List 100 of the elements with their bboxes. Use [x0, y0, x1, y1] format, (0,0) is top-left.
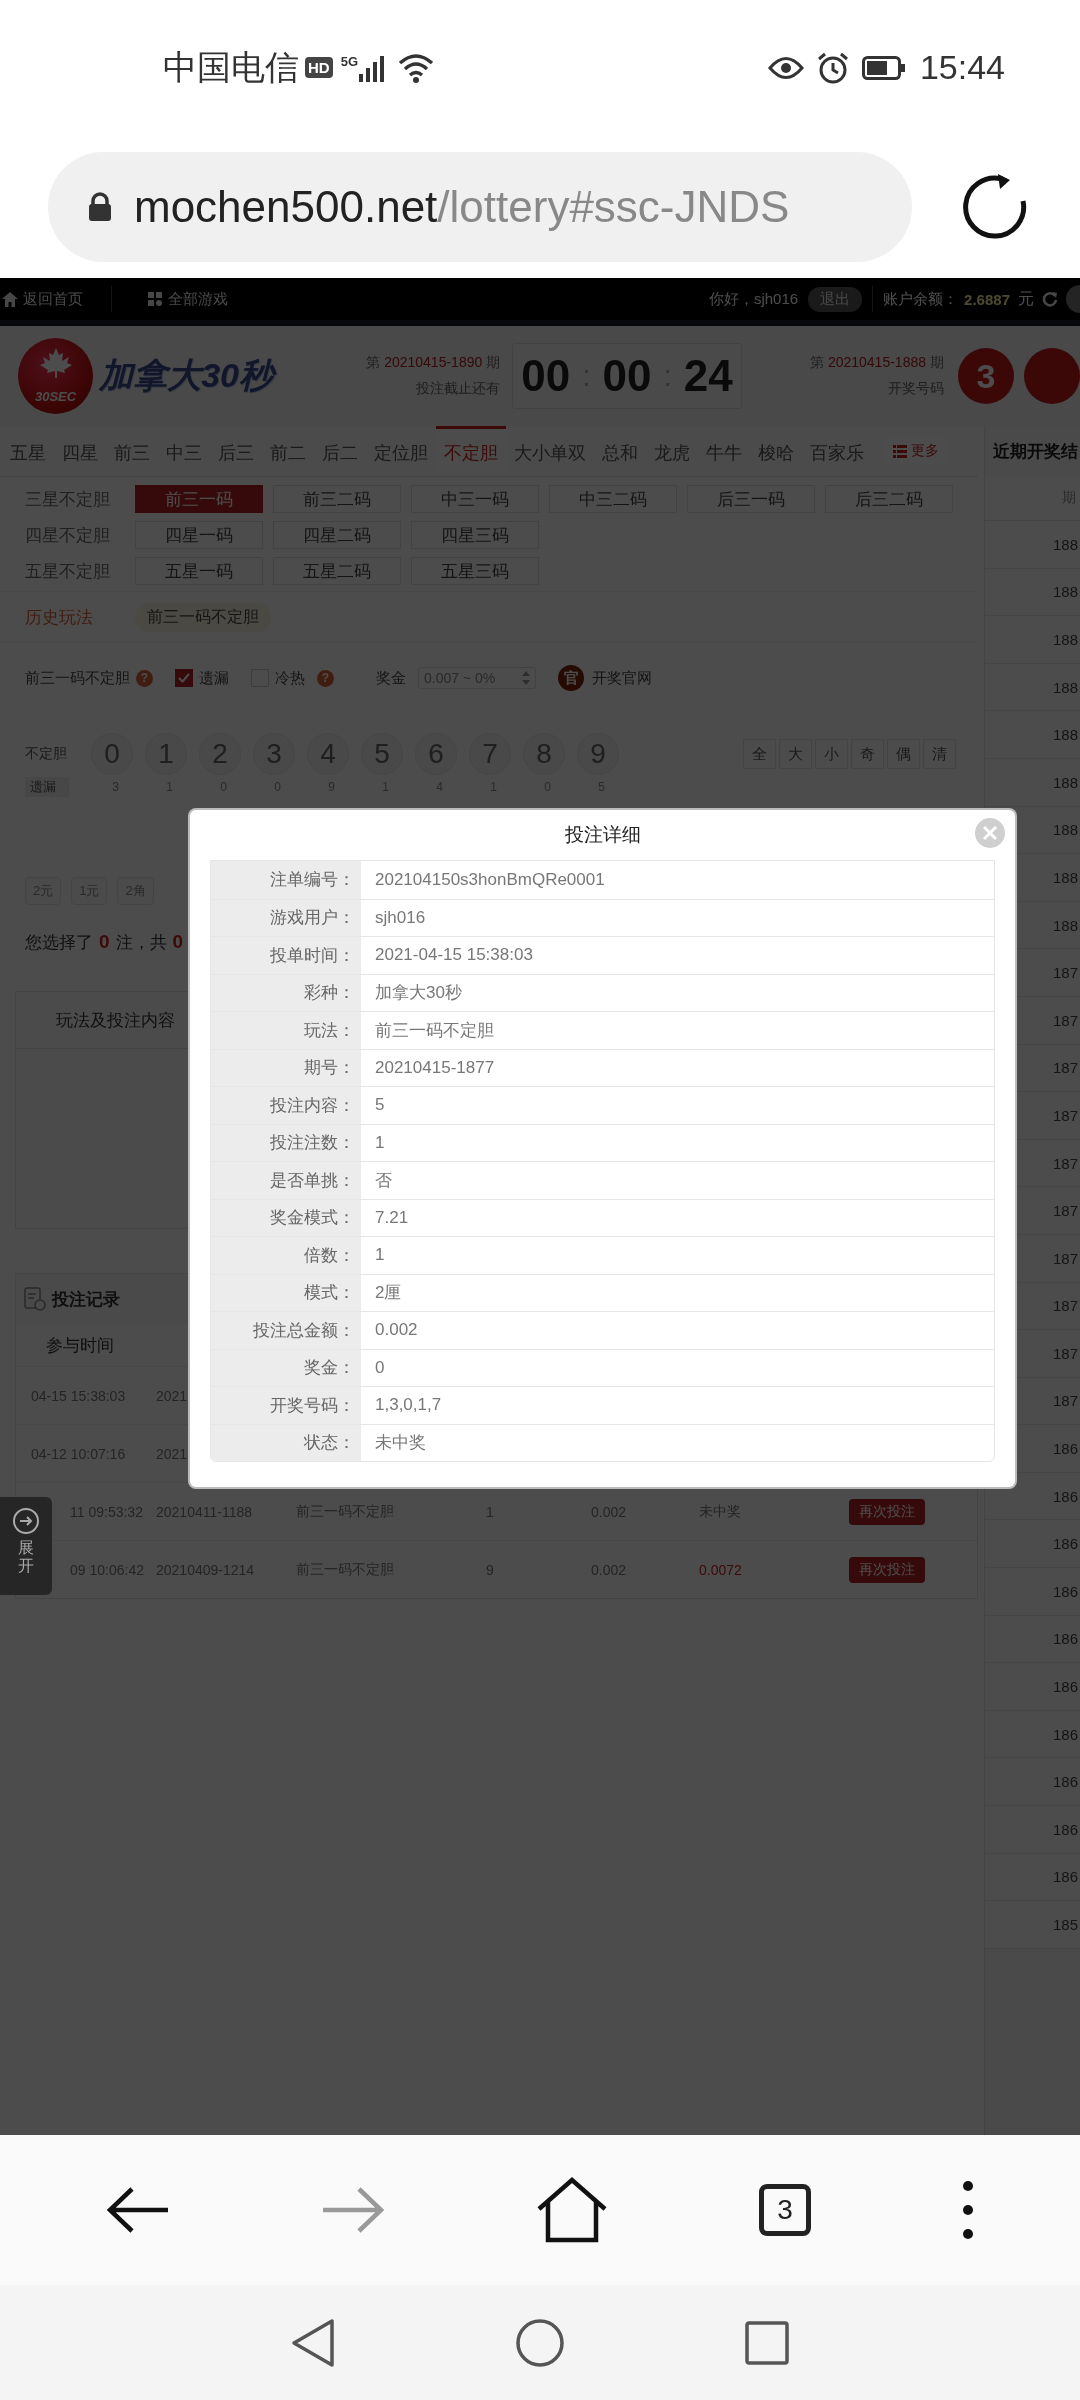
- field-value: 前三一码不定胆: [374, 1019, 495, 1042]
- home-link[interactable]: 返回首页: [0, 289, 111, 309]
- help-icon[interactable]: ?: [136, 669, 153, 687]
- forward-icon[interactable]: [320, 2186, 385, 2234]
- hd-badge: HD: [305, 57, 333, 78]
- grid-icon: [148, 292, 162, 306]
- table-cell: 186: [1052, 1535, 1078, 1553]
- table-cell: 187: [1052, 1297, 1078, 1315]
- recents-icon[interactable]: [745, 2320, 789, 2365]
- dialog-title: 投注详细: [564, 823, 641, 847]
- lottery-logo: 30SEC: [18, 338, 94, 414]
- greeting-text: 你好，sjh016: [708, 289, 799, 309]
- spinner-icon: [522, 671, 530, 685]
- field-value: 1: [374, 1131, 386, 1154]
- back-icon[interactable]: [105, 2186, 170, 2234]
- table-cell: 187: [1052, 964, 1078, 982]
- field-value: 5: [374, 1094, 386, 1117]
- table-cell: 187: [1052, 1202, 1078, 1220]
- balance-amount: 2.6887: [964, 290, 1010, 308]
- table-cell: 187: [1052, 1344, 1078, 1362]
- more-icon[interactable]: [962, 2180, 975, 2240]
- column-header: 参与时间: [46, 1334, 114, 1357]
- field-label: 投单时间：: [211, 937, 361, 974]
- field-label: 状态：: [211, 1424, 361, 1461]
- checkbox[interactable]: [175, 669, 193, 687]
- alarm-icon: [815, 50, 850, 85]
- field-value: 未中奖: [374, 1432, 427, 1455]
- table-cell: 186: [1052, 1630, 1078, 1648]
- table-cell: 187: [1052, 1392, 1078, 1410]
- table-cell: 188: [1052, 631, 1078, 648]
- table-cell: 186: [1052, 1487, 1078, 1505]
- field-label: 投注注数：: [211, 1124, 361, 1161]
- field-label: 玩法：: [211, 1012, 361, 1049]
- signal-icon: [358, 53, 386, 82]
- field-value: 1: [374, 1244, 386, 1267]
- table-cell: 186: [1052, 1868, 1078, 1886]
- countdown-timer: 00 : 00 : 24: [512, 343, 742, 409]
- field-value: 0.002: [374, 1319, 419, 1342]
- url-text: mochen500.net/lottery#ssc-JNDS: [134, 181, 790, 232]
- field-value: 2021-04-15 15:38:03: [374, 944, 534, 967]
- close-icon: [983, 826, 997, 840]
- back-icon[interactable]: [291, 2317, 335, 2368]
- balance-label: 账户余额：: [883, 289, 959, 309]
- currency-text: 元: [1018, 288, 1034, 309]
- table-cell: 188: [1052, 583, 1078, 601]
- help-icon[interactable]: ?: [317, 669, 334, 687]
- home-icon[interactable]: [535, 2177, 608, 2243]
- play-option[interactable]: 五星二码: [273, 557, 401, 585]
- table-cell: 188: [1052, 773, 1078, 791]
- address-bar[interactable]: mochen500.net/lottery#ssc-JNDS: [48, 151, 912, 262]
- list-icon: [893, 444, 907, 458]
- clock-time: 15:44: [919, 48, 1005, 87]
- field-value: 1,3,0,1,7: [374, 1394, 443, 1417]
- arrow-circle-icon: [12, 1507, 40, 1535]
- all-games-link[interactable]: 全部游戏: [112, 289, 228, 309]
- checkbox-label: 冷热: [275, 668, 305, 688]
- field-label: 奖金模式：: [211, 1199, 361, 1236]
- carrier-name: 中国电信: [163, 46, 299, 88]
- table-cell: 188: [1052, 535, 1078, 553]
- battery-icon: [861, 55, 906, 80]
- result-ball: 3: [958, 348, 1014, 404]
- home-icon[interactable]: [515, 2317, 565, 2368]
- play-option[interactable]: 五星一码: [135, 557, 263, 585]
- field-label: 期号：: [211, 1049, 361, 1086]
- table-cell: 186: [1052, 1440, 1078, 1458]
- field-label: 投注内容：: [211, 1087, 361, 1124]
- field-value: 0: [374, 1356, 386, 1379]
- play-option[interactable]: 四星一码: [135, 521, 263, 549]
- tab-count-button[interactable]: 3: [759, 2184, 812, 2236]
- field-label: 注单编号：: [211, 861, 361, 899]
- field-label: 投注总金额：: [211, 1312, 361, 1349]
- table-cell: 188: [1052, 821, 1078, 839]
- official-badge: 官: [558, 665, 584, 691]
- record-icon: [24, 1287, 46, 1311]
- field-value: sjh016: [374, 906, 427, 929]
- field-value: 加拿大30秒: [374, 982, 463, 1005]
- table-cell: 186: [1052, 1725, 1078, 1743]
- field-label: 是否单挑：: [211, 1162, 361, 1199]
- field-label: 开奖号码：: [211, 1387, 361, 1424]
- expand-tab[interactable]: 展开: [0, 1497, 52, 1595]
- panel-header: 玩法及投注内容: [56, 1009, 175, 1032]
- field-label: 彩种：: [211, 974, 361, 1011]
- table-cell: 186: [1052, 1773, 1078, 1791]
- table-cell: 186: [1052, 1582, 1078, 1600]
- field-value: 202104150s3honBmQRe0001: [374, 868, 606, 891]
- records-title: 投注记录: [52, 1288, 120, 1311]
- history-label: 历史玩法: [25, 606, 94, 629]
- field-label: 奖金：: [211, 1349, 361, 1386]
- wifi-icon: [398, 52, 434, 83]
- field-value: 7.21: [374, 1206, 410, 1229]
- table-cell: 188: [1052, 678, 1078, 696]
- reload-icon[interactable]: [962, 173, 1028, 240]
- field-label: 游戏用户：: [211, 899, 361, 936]
- play-option[interactable]: 四星二码: [273, 521, 401, 549]
- table-cell: 188: [1052, 726, 1078, 744]
- field-label: 模式：: [211, 1274, 361, 1311]
- check-icon: [178, 673, 190, 683]
- table-cell: 188: [1052, 868, 1078, 886]
- table-cell: 187: [1052, 1011, 1078, 1029]
- table-cell: 187: [1052, 1059, 1078, 1077]
